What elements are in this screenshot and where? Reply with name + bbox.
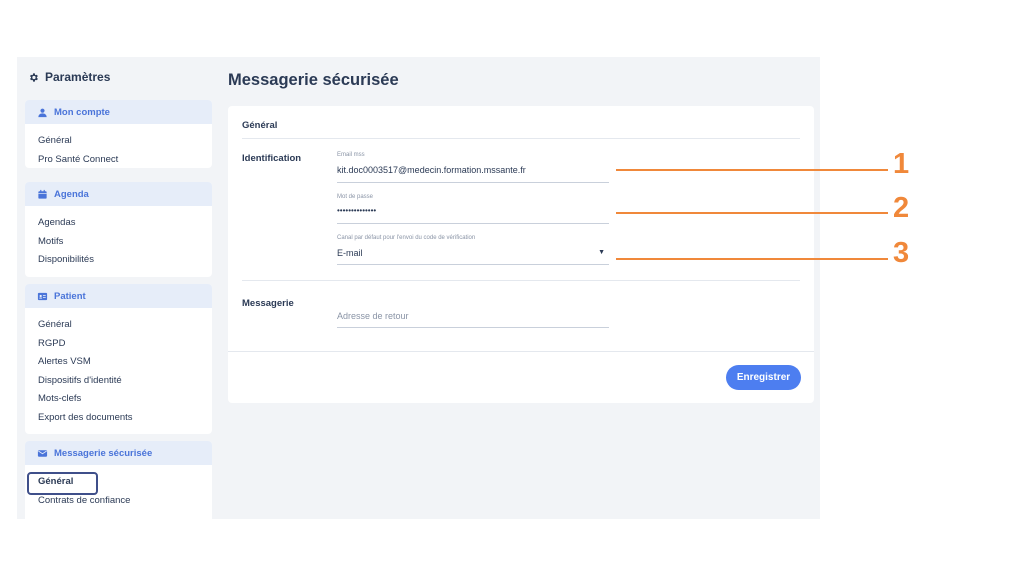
sidebar-item-motifs[interactable]: Motifs [25,233,212,252]
sidebar-item-disponibilites[interactable]: Disponibilités [25,251,212,270]
sidebar-item-contrats-confiance[interactable]: Contrats de confiance [25,492,212,511]
email-field-value: kit.doc0003517@medecin.formation.mssante… [337,165,526,175]
sidebar-item-general-messagerie[interactable]: Général [25,472,212,495]
identification-label: Identification [242,153,302,164]
annotation-number-1: 1 [893,148,910,180]
settings-title: Paramètres [28,70,110,84]
gear-icon [30,72,38,82]
sidebar-item-export-documents[interactable]: Export des documents [25,409,212,428]
divider [242,280,800,281]
password-field[interactable]: Mot de passe •••••••••••••• [337,193,609,224]
annotation-number-3: 3 [893,237,910,269]
section-label: Messagerie sécurisée [54,447,153,459]
sidebar-item-agendas[interactable]: Agendas [25,214,212,233]
return-address-input[interactable]: Adresse de retour [337,306,609,328]
page-title: Messagerie sécurisée [228,71,399,89]
section-label: Patient [54,290,86,302]
section-messagerie-securisee: Messagerie sécurisée Général Contrats de… [25,441,212,519]
section-label: Agenda [54,188,89,200]
divider [242,138,800,139]
section-label: Mon compte [54,106,110,118]
verification-channel-select[interactable]: Canal par défaut pour l'envoi du code de… [337,234,609,265]
return-address-placeholder: Adresse de retour [337,311,409,321]
channel-field-label: Canal par défaut pour l'envoi du code de… [337,235,476,241]
annotation-number-2: 2 [893,192,910,224]
annotation-line-2 [616,212,888,214]
section-header-messagerie[interactable]: Messagerie sécurisée [25,441,212,465]
section-header-patient[interactable]: Patient [25,284,212,308]
sidebar-item-alertes-vsm[interactable]: Alertes VSM [25,353,212,372]
user-icon [38,108,47,117]
settings-card: Général Identification Email mss kit.doc… [228,106,814,403]
sidebar-item-dispositifs-identite[interactable]: Dispositifs d'identité [25,372,212,391]
section-header-mon-compte[interactable]: Mon compte [25,100,212,124]
settings-title-label: Paramètres [45,70,111,84]
settings-app: Paramètres Mon compte Général Pro Santé … [17,57,820,519]
section-patient: Patient Général RGPD Alertes VSM Disposi… [25,284,212,434]
section-header-agenda[interactable]: Agenda [25,182,212,206]
email-field-label: Email mss [337,152,365,158]
section-heading-general: Général [242,120,278,131]
calendar-icon [38,189,47,199]
section-agenda: Agenda Agendas Motifs Disponibilités [25,182,212,277]
sidebar-item-general-patient[interactable]: Général [25,316,212,335]
password-field-label: Mot de passe [337,194,374,200]
chevron-down-icon[interactable]: ▼ [598,249,605,256]
divider [228,351,814,352]
email-field[interactable]: Email mss kit.doc0003517@medecin.formati… [337,150,609,183]
messagerie-label: Messagerie [242,298,294,309]
save-button[interactable]: Enregistrer [726,365,801,390]
annotation-line-3 [616,258,888,260]
sidebar-item-mots-clefs[interactable]: Mots-clefs [25,390,212,409]
channel-field-value: E-mail [337,248,363,258]
section-mon-compte: Mon compte Général Pro Santé Connect [25,100,212,168]
sidebar: Paramètres Mon compte Général Pro Santé … [25,57,222,519]
password-field-value: •••••••••••••• [337,206,377,215]
sidebar-item-general-compte[interactable]: Général [25,132,212,151]
envelope-icon [37,449,48,457]
id-card-icon [37,292,48,300]
sidebar-item-rgpd[interactable]: RGPD [25,335,212,354]
annotation-line-1 [616,169,888,171]
sidebar-item-pro-sante-connect[interactable]: Pro Santé Connect [25,151,212,169]
